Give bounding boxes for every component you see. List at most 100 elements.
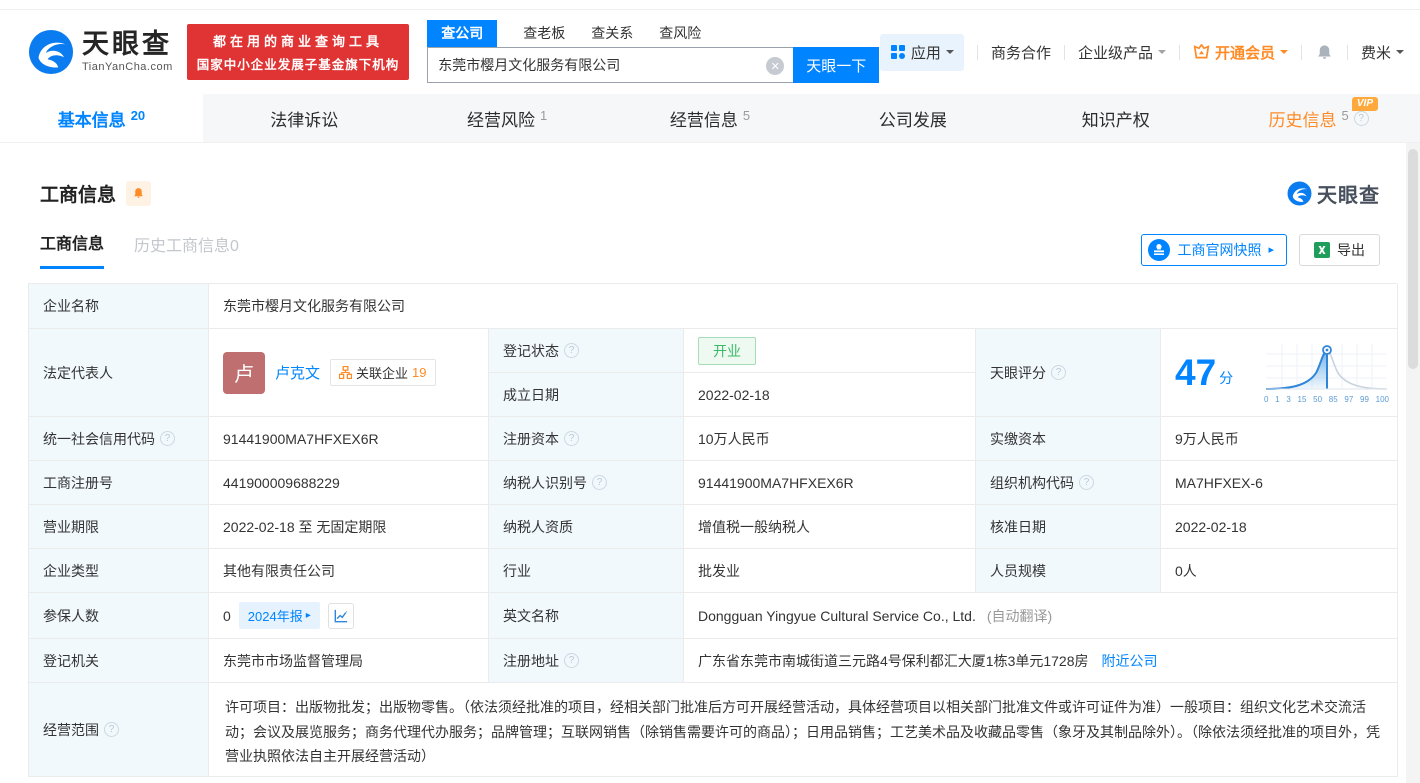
- field-value-reg-capital: 10万人民币: [684, 417, 976, 461]
- tab-operation-info[interactable]: 经营信息 5: [609, 94, 812, 142]
- field-label-score: 天眼评分: [976, 329, 1161, 417]
- enterprise-menu[interactable]: 企业级产品: [1078, 42, 1166, 63]
- field-label-legal-rep: 法定代表人: [29, 329, 209, 417]
- scrollbar-thumb[interactable]: [1408, 149, 1418, 369]
- help-icon[interactable]: [564, 343, 579, 358]
- label-text: 统一社会信用代码: [43, 429, 155, 449]
- field-value-est-date: 2022-02-18: [684, 373, 976, 417]
- field-value-reg-authority: 东莞市市场监督管理局: [209, 639, 489, 683]
- chevron-down-icon: [1280, 50, 1288, 58]
- field-label-staff-size: 人员规模: [976, 549, 1161, 593]
- field-label-company-type: 企业类型: [29, 549, 209, 593]
- help-icon[interactable]: [564, 653, 579, 668]
- help-icon[interactable]: [1079, 475, 1094, 490]
- field-value-business-scope: 许可项目：出版物批发；出版物零售。（依法须经批准的项目，经相关部门批准后方可开展…: [209, 683, 1398, 777]
- excel-icon: [1314, 242, 1330, 258]
- bell-curve-chart: [1264, 342, 1389, 394]
- tab-intellectual-property[interactable]: 知识产权: [1014, 94, 1217, 142]
- subtab-count: 0: [230, 238, 239, 255]
- field-label-reg-authority: 登记机关: [29, 639, 209, 683]
- auto-translate-note: (自动翻译): [987, 606, 1052, 626]
- stamp-icon: [1148, 239, 1170, 261]
- export-button[interactable]: 导出: [1299, 234, 1380, 266]
- tab-label: 知识产权: [1082, 106, 1150, 131]
- company-tabbar: 基本信息 20 法律诉讼 经营风险 1 经营信息 5 公司发展 知识产权 VIP…: [0, 94, 1420, 143]
- annual-report-badge[interactable]: 2024年报 ▸: [239, 602, 320, 629]
- score-value: 47: [1175, 354, 1216, 391]
- user-menu[interactable]: 费米: [1361, 42, 1404, 63]
- tab-legal[interactable]: 法律诉讼: [203, 94, 406, 142]
- search-tab-boss[interactable]: 查老板: [523, 23, 565, 47]
- tab-count: 1: [540, 108, 547, 123]
- field-label-business-scope: 经营范围: [29, 683, 209, 777]
- field-label-approval-date: 核准日期: [976, 505, 1161, 549]
- vip-menu[interactable]: 开通会员: [1193, 42, 1288, 63]
- search-tab-company[interactable]: 查公司: [427, 20, 497, 47]
- help-icon[interactable]: [1354, 111, 1369, 126]
- field-label-est-date: 成立日期: [489, 373, 684, 417]
- menu-divider: [1179, 45, 1180, 60]
- tab-label: 经营风险: [467, 106, 535, 131]
- related-label: 关联企业: [356, 363, 408, 382]
- help-icon[interactable]: [1051, 365, 1066, 380]
- label-text: 纳税人识别号: [503, 473, 587, 493]
- insured-trend-button[interactable]: [328, 603, 354, 629]
- field-label-biz-term: 营业期限: [29, 505, 209, 549]
- field-label-reg-status: 登记状态: [489, 329, 684, 373]
- subtab-business-info[interactable]: 工商信息: [40, 230, 104, 269]
- search-tab-relation[interactable]: 查关系: [591, 23, 633, 47]
- score-distribution-chart[interactable]: 0131550859799100: [1264, 342, 1389, 404]
- help-icon[interactable]: [592, 475, 607, 490]
- search-input[interactable]: [428, 48, 793, 82]
- field-label-insured: 参保人数: [29, 593, 209, 639]
- tab-company-development[interactable]: 公司发展: [811, 94, 1014, 142]
- official-snapshot-button[interactable]: 工商官网快照 ▸: [1141, 234, 1287, 266]
- tab-label: 公司发展: [879, 106, 947, 131]
- label-text: 注册资本: [503, 429, 559, 449]
- tab-count: 5: [1341, 108, 1348, 123]
- subscribe-bell[interactable]: [126, 181, 151, 206]
- tab-operation-risk[interactable]: 经营风险 1: [406, 94, 609, 142]
- notification-bell[interactable]: [1315, 43, 1334, 62]
- legal-rep-link[interactable]: 卢克文: [275, 362, 320, 383]
- promo-line1: 都在用的商业查询工具: [197, 31, 400, 50]
- site-header: 天眼查 TianYanCha.com 都在用的商业查询工具 国家中小企业发展子基…: [0, 10, 1420, 94]
- field-value-staff-size: 0人: [1161, 549, 1398, 593]
- apps-menu[interactable]: 应用: [880, 34, 964, 71]
- menu-divider: [1301, 45, 1302, 60]
- org-chart-icon: [339, 366, 352, 379]
- tianyancha-logo[interactable]: 天眼查 TianYanCha.com: [28, 29, 173, 75]
- help-icon[interactable]: [104, 722, 119, 737]
- field-label-industry: 行业: [489, 549, 684, 593]
- related-companies-badge[interactable]: 关联企业 19: [330, 359, 435, 386]
- avatar[interactable]: 卢: [223, 352, 265, 394]
- bell-icon: [132, 187, 145, 200]
- field-value-english-name: Dongguan Yingyue Cultural Service Co., L…: [684, 593, 1398, 639]
- logo-domain: TianYanCha.com: [82, 62, 173, 73]
- tab-label: 历史信息: [1268, 106, 1336, 131]
- menu-divider: [1064, 45, 1065, 60]
- tab-label: 法律诉讼: [270, 106, 338, 131]
- content-area: 工商信息 天眼查 工商信息 历史工商信息0: [0, 143, 1420, 777]
- search-tab-risk[interactable]: 查风险: [659, 23, 701, 47]
- scrollbar-track[interactable]: [1406, 143, 1420, 783]
- status-badge: 开业: [698, 337, 756, 365]
- related-count: 19: [412, 365, 426, 380]
- annual-report-label: 2024年报: [248, 606, 303, 625]
- subtab-history-business-info[interactable]: 历史工商信息0: [134, 232, 239, 268]
- tab-count: 20: [131, 108, 145, 123]
- field-value-legal-rep: 卢 卢克文 关联企业 19: [209, 329, 489, 417]
- cooperation-menu[interactable]: 商务合作: [991, 42, 1051, 63]
- field-value-taxpayer-id: 91441900MA7HFXEX6R: [684, 461, 976, 505]
- field-label-reg-number: 工商注册号: [29, 461, 209, 505]
- nearby-companies-link[interactable]: 附近公司: [1102, 651, 1158, 671]
- help-icon[interactable]: [564, 431, 579, 446]
- tianyancha-logo-icon: [28, 29, 74, 75]
- tab-basic-info[interactable]: 基本信息 20: [0, 94, 203, 142]
- field-label-credit-code: 统一社会信用代码: [29, 417, 209, 461]
- help-icon[interactable]: [160, 431, 175, 446]
- tab-history-info[interactable]: VIP 历史信息 5: [1217, 94, 1420, 142]
- field-value-company-name: 东莞市樱月文化服务有限公司: [209, 284, 1398, 329]
- search-button[interactable]: 天眼一下: [793, 47, 879, 83]
- search-area: 查公司 查老板 查关系 查风险 ✕ 天眼一下: [427, 21, 879, 83]
